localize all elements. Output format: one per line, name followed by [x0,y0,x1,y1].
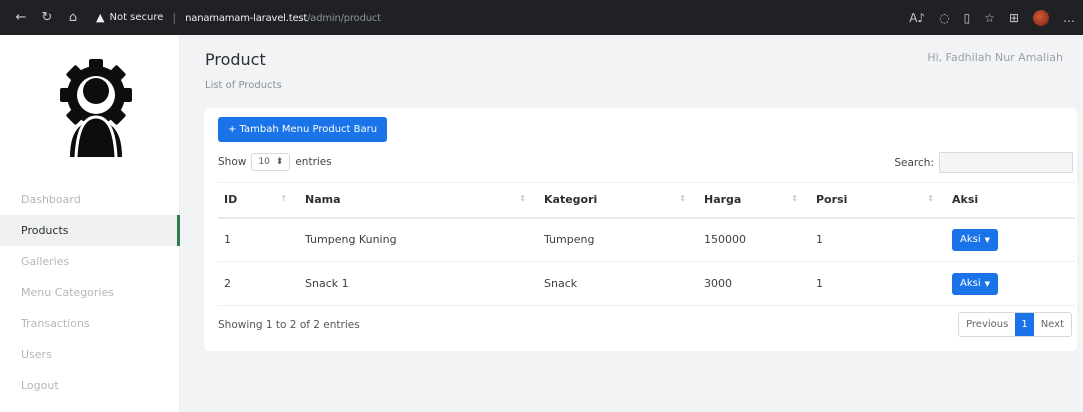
select-arrows-icon: ⬍ [275,157,284,167]
back-arrow-icon[interactable]: ← [10,10,32,25]
page-title: Product [205,50,266,69]
search-input[interactable] [939,152,1073,173]
products-table: ID ↑ Nama ↕ Kategori ↕ Harga ↕ Porsi ↕ Aksi 1… [218,182,1075,306]
home-icon[interactable]: ⌂ [62,10,84,25]
more-options-icon[interactable]: … [1063,11,1075,25]
cell-porsi: 1 [810,217,946,262]
cell-porsi: 1 [810,261,946,306]
gear-user-logo-icon [60,59,132,157]
sidebar: Dashboard Products Galleries Menu Catego… [0,35,180,412]
cell-harga: 150000 [698,217,810,262]
cell-harga: 3000 [698,261,810,306]
split-screen-icon[interactable]: ▯ [964,11,971,25]
sort-icon: ↕ [679,194,686,203]
pagination-next[interactable]: Next [1033,313,1071,336]
entries-value: 10 [258,157,270,167]
warning-icon: ▲ [96,11,105,24]
show-entries: Show 10 ⬍ entries [218,153,332,171]
cell-aksi: Aksi ▼ [946,261,1075,306]
column-header-id[interactable]: ID ↑ [218,182,299,219]
cell-aksi: Aksi ▼ [946,217,1075,262]
sort-icon: ↕ [519,194,526,203]
user-greeting: Hi, Fadhilah Nur Amaliah [927,51,1063,64]
entries-label: entries [295,156,332,168]
sort-icon: ↑ [280,194,287,203]
address-bar[interactable]: ▲ Not secure | nanamamam-laravel.test/ad… [96,11,381,24]
page-subtitle: List of Products [205,80,282,91]
url-separator: | [172,11,177,24]
products-card: + Tambah Menu Product Baru Show 10 ⬍ ent… [204,108,1077,351]
pagination-previous[interactable]: Previous [959,313,1016,336]
collections-icon[interactable]: ⊞ [1009,11,1019,25]
table-row: 2 Snack 1 Snack 3000 1 Aksi ▼ [218,261,1075,306]
sidebar-item-galleries[interactable]: Galleries [0,246,180,277]
url-path: /admin/product [307,13,381,24]
column-header-nama[interactable]: Nama ↕ [299,182,538,219]
column-header-porsi[interactable]: Porsi ↕ [810,182,946,219]
show-label: Show [218,156,247,168]
extension-icon[interactable]: ◌ [939,11,949,25]
security-label: Not secure [109,12,164,23]
search-area: Search: [894,152,1073,173]
column-header-harga[interactable]: Harga ↕ [698,182,810,219]
entries-select[interactable]: 10 ⬍ [251,153,291,171]
sidebar-item-logout[interactable]: Logout [0,370,180,401]
cell-nama: Tumpeng Kuning [299,217,538,262]
pagination-page-1[interactable]: 1 [1015,313,1034,336]
profile-avatar[interactable] [1033,9,1049,26]
sidebar-item-products[interactable]: Products [0,215,180,246]
caret-down-icon: ▼ [984,235,991,244]
column-header-kategori[interactable]: Kategori ↕ [538,182,698,219]
aksi-dropdown-button[interactable]: Aksi ▼ [952,272,999,295]
add-product-button[interactable]: + Tambah Menu Product Baru [218,117,388,142]
favorites-icon[interactable]: ☆ [984,11,995,25]
refresh-icon[interactable]: ↻ [36,10,58,25]
sidebar-item-users[interactable]: Users [0,339,180,370]
sidebar-item-dashboard[interactable]: Dashboard [0,184,180,215]
cell-nama: Snack 1 [299,261,538,306]
browser-actions: A♪ ◌ ▯ ☆ ⊞ … [909,0,1075,35]
aksi-dropdown-button[interactable]: Aksi ▼ [952,228,999,251]
cell-kategori: Snack [538,261,698,306]
sidebar-item-menu-categories[interactable]: Menu Categories [0,277,180,308]
sidebar-menu: Dashboard Products Galleries Menu Catego… [0,184,180,401]
table-info: Showing 1 to 2 of 2 entries [218,319,360,331]
url-host: nanamamam-laravel.test [185,13,308,24]
cell-id: 2 [218,261,299,306]
table-header-row: ID ↑ Nama ↕ Kategori ↕ Harga ↕ Porsi ↕ Aksi [218,182,1075,219]
table-row: 1 Tumpeng Kuning Tumpeng 150000 1 Aksi ▼ [218,217,1075,262]
sort-icon: ↕ [791,194,798,203]
read-aloud-icon[interactable]: A♪ [909,11,925,25]
cell-id: 1 [218,217,299,262]
sidebar-item-transactions[interactable]: Transactions [0,308,180,339]
caret-down-icon: ▼ [984,279,991,288]
search-label: Search: [894,156,934,169]
sort-icon: ↕ [927,194,934,203]
pagination: Previous 1 Next [958,312,1072,337]
cell-kategori: Tumpeng [538,217,698,262]
column-header-aksi: Aksi [946,182,1075,219]
browser-toolbar: ← ↻ ⌂ ▲ Not secure | nanamamam-laravel.t… [0,0,1083,35]
